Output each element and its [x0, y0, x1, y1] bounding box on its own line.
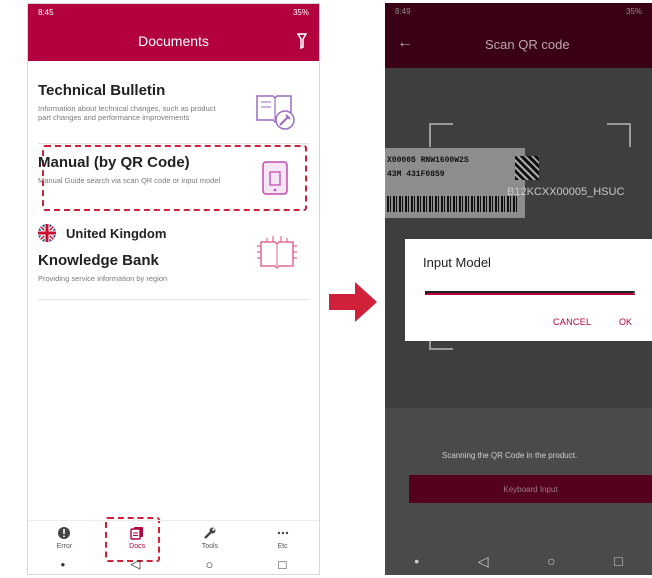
overview-icon[interactable]: □: [279, 557, 287, 572]
card-description: Manual Guide search via scan QR code or …: [38, 176, 221, 185]
nav-label: Error: [56, 542, 73, 550]
documents-screen: 8:45 35% Documents Technical Bulletin In…: [27, 3, 320, 575]
input-model-dialog: Input Model CANCEL OK: [405, 239, 652, 341]
tablet-icon: [262, 161, 288, 195]
barcode: [387, 196, 517, 212]
overview-icon[interactable]: □: [614, 553, 622, 569]
product-label: X00005 RNW1600W2S 43M 431F0859: [385, 148, 525, 218]
back-arrow-icon[interactable]: ←: [397, 34, 413, 52]
card-description: Providing service information by region: [38, 274, 168, 283]
card-technical-bulletin[interactable]: Technical Bulletin Information about tec…: [38, 82, 309, 144]
docs-icon: [130, 526, 144, 540]
nav-label: Tools: [201, 542, 219, 550]
status-bar: 8:49 35%: [385, 3, 652, 20]
keyboard-input-button[interactable]: Keyboard Input: [409, 475, 652, 503]
status-battery: 35%: [292, 8, 309, 17]
more-icon: [277, 531, 288, 534]
cancel-button[interactable]: CANCEL: [553, 317, 591, 327]
home-icon[interactable]: ○: [205, 557, 213, 572]
scan-frame-corner: [607, 123, 631, 147]
nav-error[interactable]: Error: [39, 526, 89, 550]
label-line: 43M 431F0859: [387, 170, 445, 179]
scan-qr-screen: 8:49 35% ← Scan QR code X00005 RNW1600W2…: [385, 3, 652, 575]
system-navigation: • ◁ ○ □: [28, 554, 319, 574]
region-name: United Kingdom: [66, 225, 167, 241]
status-time: 8:49: [395, 7, 411, 16]
book-wrench-icon: [256, 95, 295, 130]
nav-etc[interactable]: Etc: [258, 526, 308, 550]
book-circuit-icon: [257, 236, 297, 270]
back-icon[interactable]: ◁: [130, 556, 140, 572]
back-icon[interactable]: ◁: [478, 553, 489, 570]
stage: 8:45 35% Documents Technical Bulletin In…: [0, 0, 652, 578]
page-title: Documents: [138, 33, 209, 49]
uk-flag-icon: [38, 224, 56, 242]
status-bar: 8:45 35%: [28, 4, 319, 21]
qr-code: [515, 156, 539, 180]
app-header: ← Scan QR code: [385, 20, 652, 68]
status-battery: 35%: [625, 7, 642, 16]
app-header: Documents: [28, 21, 319, 61]
scan-instruction: Scanning the QR Code in the product.: [442, 451, 578, 460]
system-navigation: • ◁ ○ □: [385, 547, 652, 575]
home-icon[interactable]: ○: [547, 553, 555, 569]
filter-icon[interactable]: [295, 32, 309, 50]
alert-icon: [58, 526, 71, 539]
scan-frame-corner: [429, 123, 453, 147]
model-input[interactable]: [425, 291, 635, 295]
nav-label: Docs: [129, 542, 146, 550]
page-title: Scan QR code: [485, 36, 570, 52]
card-knowledge-bank[interactable]: United Kingdom Knowledge Bank Providing …: [38, 224, 309, 300]
nav-tools[interactable]: Tools: [185, 526, 235, 550]
wrench-icon: [204, 527, 216, 539]
recents-dot-icon[interactable]: •: [61, 557, 66, 572]
bottom-navigation: Error Docs Tools Etc: [28, 520, 319, 554]
scanned-code-text: B12KCXX00005_HSUC: [507, 186, 625, 198]
nav-label: Etc: [277, 542, 288, 550]
camera-preview: X00005 RNW1600W2S 43M 431F0859 B12KCXX00…: [385, 68, 652, 408]
dialog-title: Input Model: [423, 255, 491, 270]
recents-dot-icon[interactable]: •: [414, 553, 419, 569]
label-line: X00005 RNW1600W2S: [387, 156, 469, 165]
card-description: Information about technical changes, suc…: [38, 104, 216, 122]
nav-docs[interactable]: Docs: [112, 526, 162, 550]
status-time: 8:45: [38, 8, 54, 17]
card-manual-qr[interactable]: Manual (by QR Code) Manual Guide search …: [38, 154, 309, 216]
ok-button[interactable]: OK: [619, 317, 632, 327]
right-arrow-icon: [329, 282, 377, 322]
